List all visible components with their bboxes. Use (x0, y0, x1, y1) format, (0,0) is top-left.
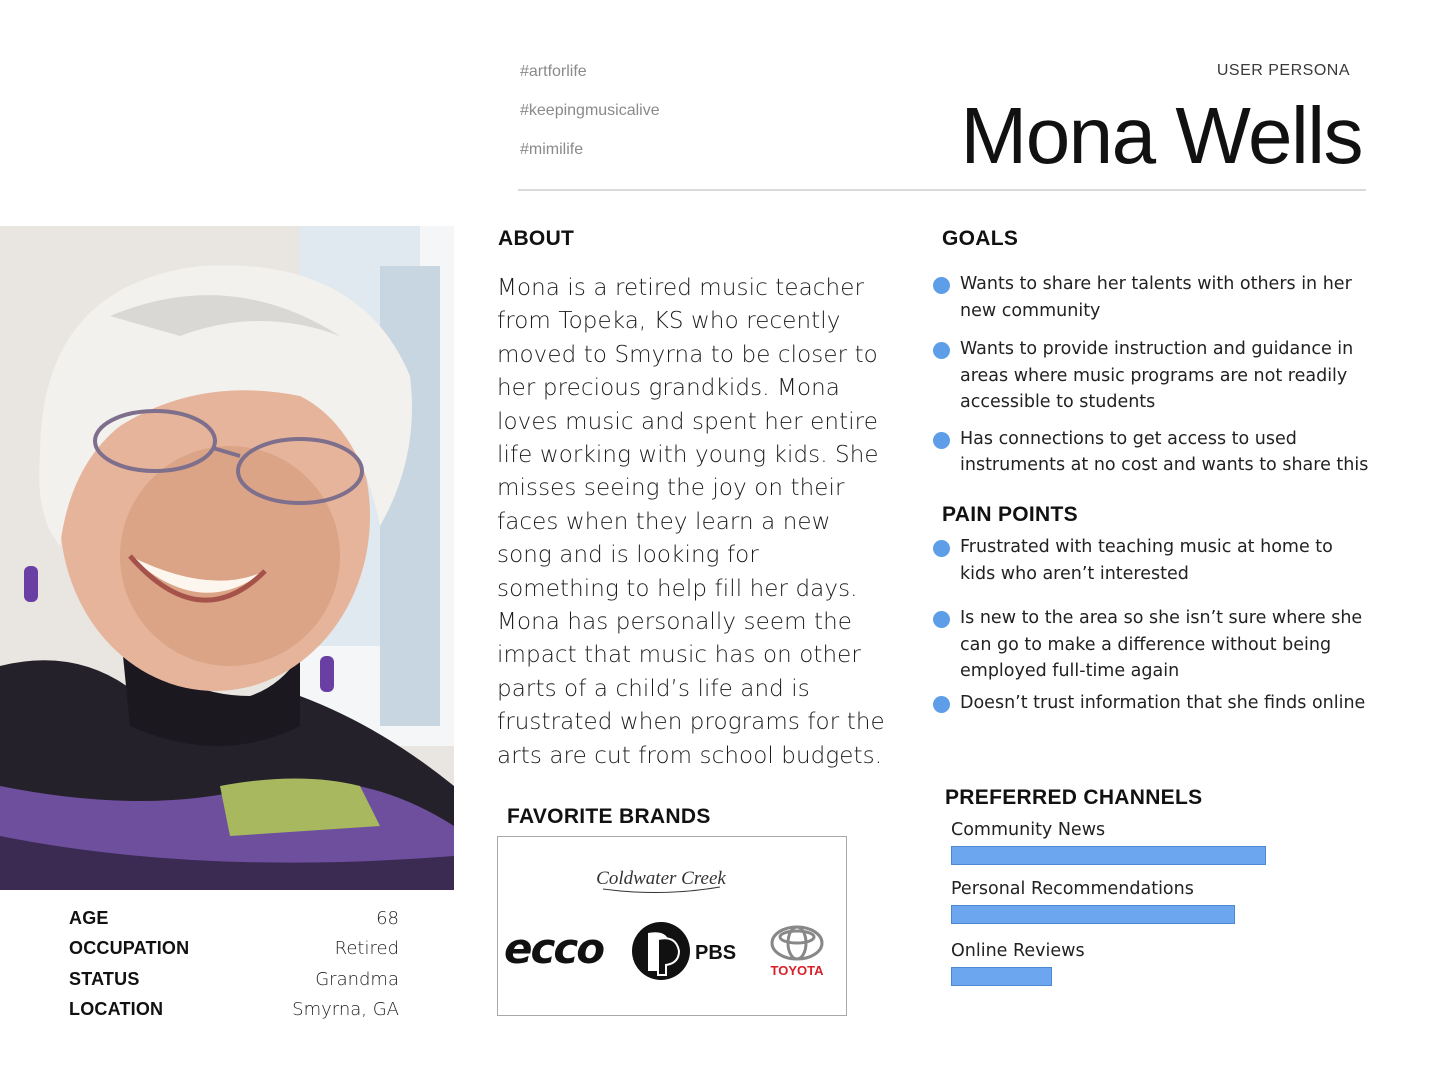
bullet-dot-icon (933, 431, 950, 449)
channels-heading: PREFERRED CHANNELS (945, 786, 1203, 809)
persona-photo (0, 226, 454, 890)
bullet-dot-icon (933, 611, 950, 628)
svg-text:PBS: PBS (695, 942, 736, 964)
coldwater-creek-logo: Coldwater Creek (596, 868, 726, 894)
occupation-label: OCCUPATION (69, 938, 190, 959)
persona-label: USER PERSONA (1216, 62, 1350, 79)
location-value: Smyrna, GA (292, 999, 399, 1021)
title-divider (518, 189, 1366, 191)
age-label: AGE (69, 907, 109, 928)
goal-text: Has connections to get access to used in… (960, 428, 1369, 476)
pain-point-text: Is new to the area so she isn’t sure whe… (960, 608, 1363, 681)
brands-box: Coldwater Creek ecco PBS TOYOTA (497, 836, 847, 1016)
goal-text: Wants to share her talents with others i… (960, 274, 1352, 321)
goal-item: Wants to share her talents with others i… (933, 271, 1373, 324)
channel-bar (951, 905, 1235, 924)
location-label: LOCATION (69, 999, 164, 1020)
hashtag: #mimilife (520, 141, 584, 158)
toyota-logo: TOYOTA (770, 925, 825, 978)
svg-text:Coldwater Creek: Coldwater Creek (596, 868, 726, 889)
goals-list: Wants to share her talents with others i… (933, 271, 1373, 479)
hashtag: #artforlife (520, 63, 587, 80)
goal-text: Wants to provide instruction and guidanc… (960, 339, 1354, 412)
bullet-dot-icon (933, 277, 950, 294)
hashtag: #keepingmusicalive (520, 102, 660, 119)
info-row-location: LOCATION Smyrna, GA (69, 995, 399, 1026)
pain-point-item: Frustrated with teaching music at home t… (933, 534, 1373, 587)
bullet-dot-icon (933, 540, 950, 557)
info-row-status: STATUS Grandma (69, 964, 399, 995)
channel-bar (951, 846, 1266, 865)
svg-text:ecco: ecco (504, 924, 604, 973)
goal-item: Has connections to get access to used in… (933, 426, 1373, 479)
pbs-logo: PBS (632, 922, 736, 980)
pain-points-heading: PAIN POINTS (942, 503, 1078, 526)
ecco-logo: ecco (504, 924, 606, 973)
pain-point-text: Frustrated with teaching music at home t… (960, 537, 1333, 584)
pain-points-list: Frustrated with teaching music at home t… (933, 534, 1373, 716)
profile-info: AGE 68 OCCUPATION Retired STATUS Grandma… (69, 903, 399, 1025)
channel-label: Community News (951, 820, 1106, 840)
about-text: Mona is a retired music teacher from Top… (497, 275, 885, 769)
channel-bar (951, 967, 1052, 986)
channel-label: Online Reviews (951, 941, 1085, 961)
goals-heading: GOALS (942, 227, 1019, 250)
status-label: STATUS (69, 968, 140, 989)
pain-point-text: Doesn’t trust information that she finds… (960, 692, 1366, 713)
pain-point-item: Doesn’t trust information that she finds… (933, 690, 1373, 717)
channel-personal-recommendations: Personal Recommendations (951, 879, 1235, 924)
info-row-occupation: OCCUPATION Retired (69, 934, 399, 965)
goal-item: Wants to provide instruction and guidanc… (933, 336, 1373, 416)
bullet-dot-icon (933, 342, 950, 359)
channel-label: Personal Recommendations (951, 879, 1194, 899)
hashtag-list: #artforlife #keepingmusicalive #mimilife (520, 62, 660, 179)
info-row-age: AGE 68 (69, 903, 399, 934)
svg-text:TOYOTA: TOYOTA (771, 963, 825, 978)
channel-community-news: Community News (951, 820, 1266, 865)
about-heading: ABOUT (498, 227, 575, 250)
occupation-value: Retired (334, 938, 399, 960)
channel-online-reviews: Online Reviews (951, 941, 1085, 986)
brands-heading: FAVORITE BRANDS (507, 805, 711, 828)
age-value: 68 (376, 907, 399, 929)
pain-point-item: Is new to the area so she isn’t sure whe… (933, 605, 1373, 685)
persona-name: Mona Wells (960, 91, 1364, 180)
status-value: Grandma (315, 968, 399, 990)
bullet-dot-icon (933, 695, 950, 713)
